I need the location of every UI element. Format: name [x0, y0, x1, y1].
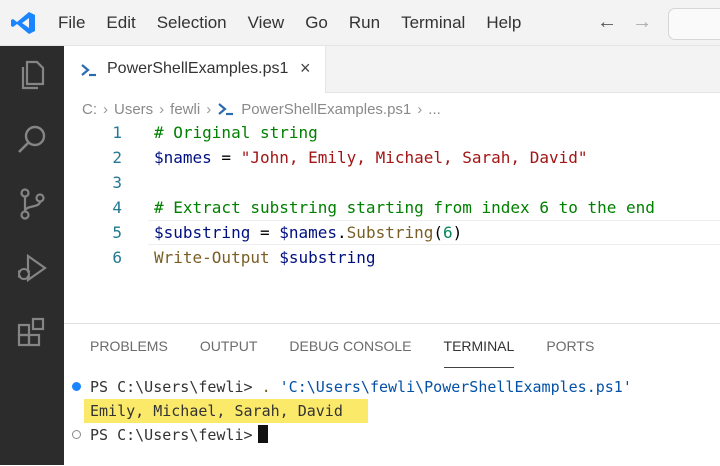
code-token: Substring [346, 223, 434, 242]
explorer-icon[interactable] [14, 58, 50, 94]
code-token: ( [433, 223, 444, 242]
extensions-icon[interactable] [14, 314, 50, 350]
breadcrumb-symbols[interactable]: ... [428, 101, 441, 118]
vscode-logo-icon[interactable] [10, 11, 36, 35]
code-line[interactable]: 5 $substring = $names.Substring(6) [64, 220, 720, 245]
line-code[interactable]: $names = "John, Emily, Michael, Sarah, D… [154, 145, 587, 170]
menu-help[interactable]: Help [486, 13, 521, 33]
terminal-cursor [257, 425, 268, 443]
search-icon[interactable] [14, 122, 50, 158]
code-token: 6 [443, 223, 453, 242]
line-number: 1 [112, 123, 122, 142]
line-number: 2 [112, 148, 122, 167]
code-token: = [211, 148, 241, 167]
terminal-text: PS C:\Users\fewli> . 'C:\Users\fewli\Pow… [90, 376, 632, 398]
chevron-right-icon: › [206, 100, 212, 118]
breadcrumb-users[interactable]: Users [114, 101, 153, 118]
chevron-right-icon: › [159, 100, 165, 118]
code-editor[interactable]: 1 # Original string 2 $names = "John, Em… [64, 120, 720, 320]
code-token: $names [154, 148, 212, 167]
tab-debug-console[interactable]: DEBUG CONSOLE [289, 338, 411, 362]
code-line[interactable]: 6 Write-Output $substring [64, 245, 720, 270]
activity-bar [0, 46, 64, 465]
code-line[interactable]: 2 $names = "John, Emily, Michael, Sarah,… [64, 145, 720, 170]
menu-selection[interactable]: Selection [157, 13, 227, 33]
terminal-prompt: PS C:\Users\fewli> [90, 378, 262, 396]
code-token: . [337, 223, 347, 242]
menu-go[interactable]: Go [305, 13, 328, 33]
breadcrumb-fewli[interactable]: fewli [170, 101, 200, 118]
menu-file[interactable]: File [58, 13, 85, 33]
menu-view[interactable]: View [248, 13, 285, 33]
title-bar: File Edit Selection View Go Run Terminal… [0, 0, 720, 46]
line-code[interactable]: # Original string [154, 120, 318, 145]
tab-powershellexamples[interactable]: PowerShellExamples.ps1 × [64, 46, 326, 93]
code-line[interactable]: 1 # Original string [64, 120, 720, 145]
line-code[interactable]: # Extract substring starting from index … [154, 195, 655, 220]
code-line[interactable]: 4 # Extract substring starting from inde… [64, 195, 720, 220]
code-token: # Extract substring starting from index … [154, 198, 655, 217]
run-debug-icon[interactable] [14, 250, 50, 286]
panel-tabs: PROBLEMS OUTPUT DEBUG CONSOLE TERMINAL P… [90, 338, 626, 368]
close-icon[interactable]: × [300, 58, 311, 79]
menu-bar: File Edit Selection View Go Run Terminal… [58, 0, 542, 46]
tab-label: PowerShellExamples.ps1 [107, 60, 289, 77]
code-token: # Original string [154, 123, 318, 142]
powershell-file-icon [81, 64, 96, 77]
breadcrumb-file[interactable]: PowerShellExamples.ps1 [241, 101, 411, 118]
line-code[interactable]: Write-Output $substring [154, 245, 376, 270]
arrow-right-icon[interactable]: → [632, 11, 652, 34]
chevron-right-icon: › [417, 100, 423, 118]
code-token: ) [452, 223, 463, 242]
powershell-file-icon [218, 103, 234, 116]
line-number: 6 [112, 248, 122, 267]
line-number: 5 [112, 223, 122, 242]
code-token: Write-Output [154, 248, 270, 267]
arrow-left-icon[interactable]: ← [597, 11, 617, 34]
menu-edit[interactable]: Edit [106, 13, 135, 33]
terminal-command-path: 'C:\Users\fewli\PowerShellExamples.ps1' [279, 378, 632, 396]
tab-output[interactable]: OUTPUT [200, 338, 258, 362]
line-number: 4 [112, 198, 122, 217]
command-success-icon[interactable] [72, 382, 81, 391]
terminal-prompt: PS C:\Users\fewli> [90, 426, 253, 444]
code-token: $substring [154, 223, 251, 242]
editor-tab-bar: PowerShellExamples.ps1 × [64, 46, 720, 93]
code-token: $names [279, 223, 338, 242]
menu-run[interactable]: Run [349, 13, 380, 33]
breadcrumb: C: › Users › fewli › PowerShellExamples.… [82, 98, 441, 120]
terminal-text: PS C:\Users\fewli> [90, 424, 268, 446]
terminal-output: Emily, Michael, Sarah, David [90, 402, 343, 420]
menu-terminal[interactable]: Terminal [401, 13, 465, 33]
code-token: $substring [279, 248, 376, 267]
chevron-right-icon: › [103, 100, 108, 118]
bottom-panel: PROBLEMS OUTPUT DEBUG CONSOLE TERMINAL P… [64, 323, 720, 466]
tab-ports[interactable]: PORTS [546, 338, 594, 362]
line-number: 3 [112, 173, 122, 192]
line-code[interactable]: $substring = $names.Substring(6) [154, 220, 462, 245]
code-token: = [250, 223, 280, 242]
code-line[interactable]: 3 [64, 170, 720, 195]
terminal-command-dot: . [261, 378, 271, 396]
code-token: "John, Emily, Michael, Sarah, David" [240, 148, 588, 167]
command-pending-icon [72, 430, 81, 439]
command-center-search[interactable] [668, 8, 720, 40]
tab-terminal[interactable]: TERMINAL [443, 338, 514, 368]
breadcrumb-drive[interactable]: C: [82, 101, 97, 118]
tab-problems[interactable]: PROBLEMS [90, 338, 168, 362]
source-control-icon[interactable] [14, 186, 50, 222]
